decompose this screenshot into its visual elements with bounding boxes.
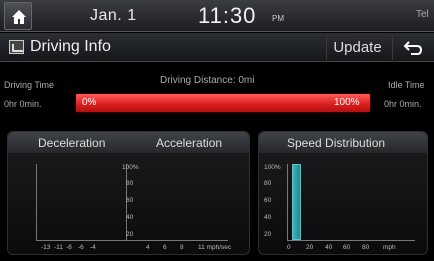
x-axis-decel bbox=[36, 240, 126, 241]
y-tick-label: 100% bbox=[264, 164, 281, 171]
x-tick-label: 20 bbox=[306, 244, 314, 251]
x-tick-label: 80 bbox=[362, 244, 370, 251]
back-arrow-icon bbox=[403, 41, 423, 55]
y-tick-label: 20 bbox=[264, 231, 272, 238]
y-axis bbox=[287, 164, 288, 240]
driving-distance: Driving Distance: 0mi bbox=[160, 75, 255, 86]
bar-start-label: 0% bbox=[82, 97, 97, 108]
update-button[interactable]: Update bbox=[326, 35, 388, 60]
panel-header: Deceleration Acceleration bbox=[8, 132, 249, 154]
panel-header: Speed Distribution bbox=[259, 132, 427, 154]
x-tick-label: 0 bbox=[287, 244, 291, 251]
ampm-indicator: PM bbox=[272, 14, 284, 23]
x-tick-label: -11 bbox=[54, 244, 63, 251]
y-tick-label: 80 bbox=[126, 180, 134, 187]
x-tick-label: 60 bbox=[343, 244, 351, 251]
idle-time-value: 0hr 0min. bbox=[384, 99, 422, 109]
decel-left-axis bbox=[36, 164, 37, 240]
x-axis-accel bbox=[126, 240, 228, 241]
speed-distribution-panel: Speed Distribution 100% 80 60 40 20 0 20 40 60 80… bbox=[258, 131, 428, 255]
back-button[interactable] bbox=[392, 35, 432, 60]
x-tick-label: -4 bbox=[90, 244, 96, 251]
speed-distribution-label: Speed Distribution bbox=[287, 136, 386, 150]
driving-time-label: Driving Time bbox=[4, 80, 55, 90]
idle-time-label: Idle Time bbox=[388, 80, 425, 90]
x-tick-label: 4 bbox=[146, 244, 150, 251]
y-tick-label: 80 bbox=[264, 180, 272, 187]
y-tick-label: 20 bbox=[126, 231, 134, 238]
y-tick-label: 40 bbox=[126, 214, 134, 221]
driving-info-icon bbox=[9, 40, 24, 54]
x-tick-label: 8 bbox=[180, 244, 184, 251]
driving-time-value: 0hr 0min. bbox=[4, 99, 42, 109]
clock-display: 11:30 bbox=[198, 3, 257, 28]
x-tick-label: mph bbox=[383, 244, 396, 251]
x-tick-label: 40 bbox=[325, 244, 333, 251]
signal-icon: Tel bbox=[416, 9, 429, 20]
title-bar: Driving Info Update bbox=[0, 33, 434, 62]
bar-end-label: 100% bbox=[334, 97, 360, 108]
date-display: Jan. 1 bbox=[90, 7, 137, 24]
home-button[interactable] bbox=[4, 2, 32, 30]
home-icon bbox=[12, 10, 26, 24]
acceleration-label: Acceleration bbox=[156, 136, 223, 150]
x-tick-label: -13 bbox=[41, 244, 51, 251]
y-tick-label: 40 bbox=[264, 214, 272, 221]
x-tick-label: -8 bbox=[66, 244, 72, 251]
page-title: Driving Info bbox=[30, 38, 111, 55]
y-tick-label: 60 bbox=[126, 197, 134, 204]
deceleration-label: Deceleration bbox=[38, 136, 106, 150]
x-tick-label: 11 mph/sec bbox=[198, 244, 232, 251]
accel-decel-panel: Deceleration Acceleration 100% 80 60 40 20 -1… bbox=[7, 131, 250, 255]
x-tick-label: 6 bbox=[163, 244, 167, 251]
y-tick-label: 60 bbox=[264, 197, 272, 204]
status-bar: Jan. 1 11:30 PM Tel bbox=[0, 0, 434, 32]
driving-ratio-bar bbox=[76, 94, 370, 112]
y-tick-label: 100% bbox=[122, 164, 139, 171]
x-axis bbox=[287, 240, 415, 241]
x-tick-label: -6 bbox=[78, 244, 84, 251]
speed-bar bbox=[292, 164, 301, 240]
